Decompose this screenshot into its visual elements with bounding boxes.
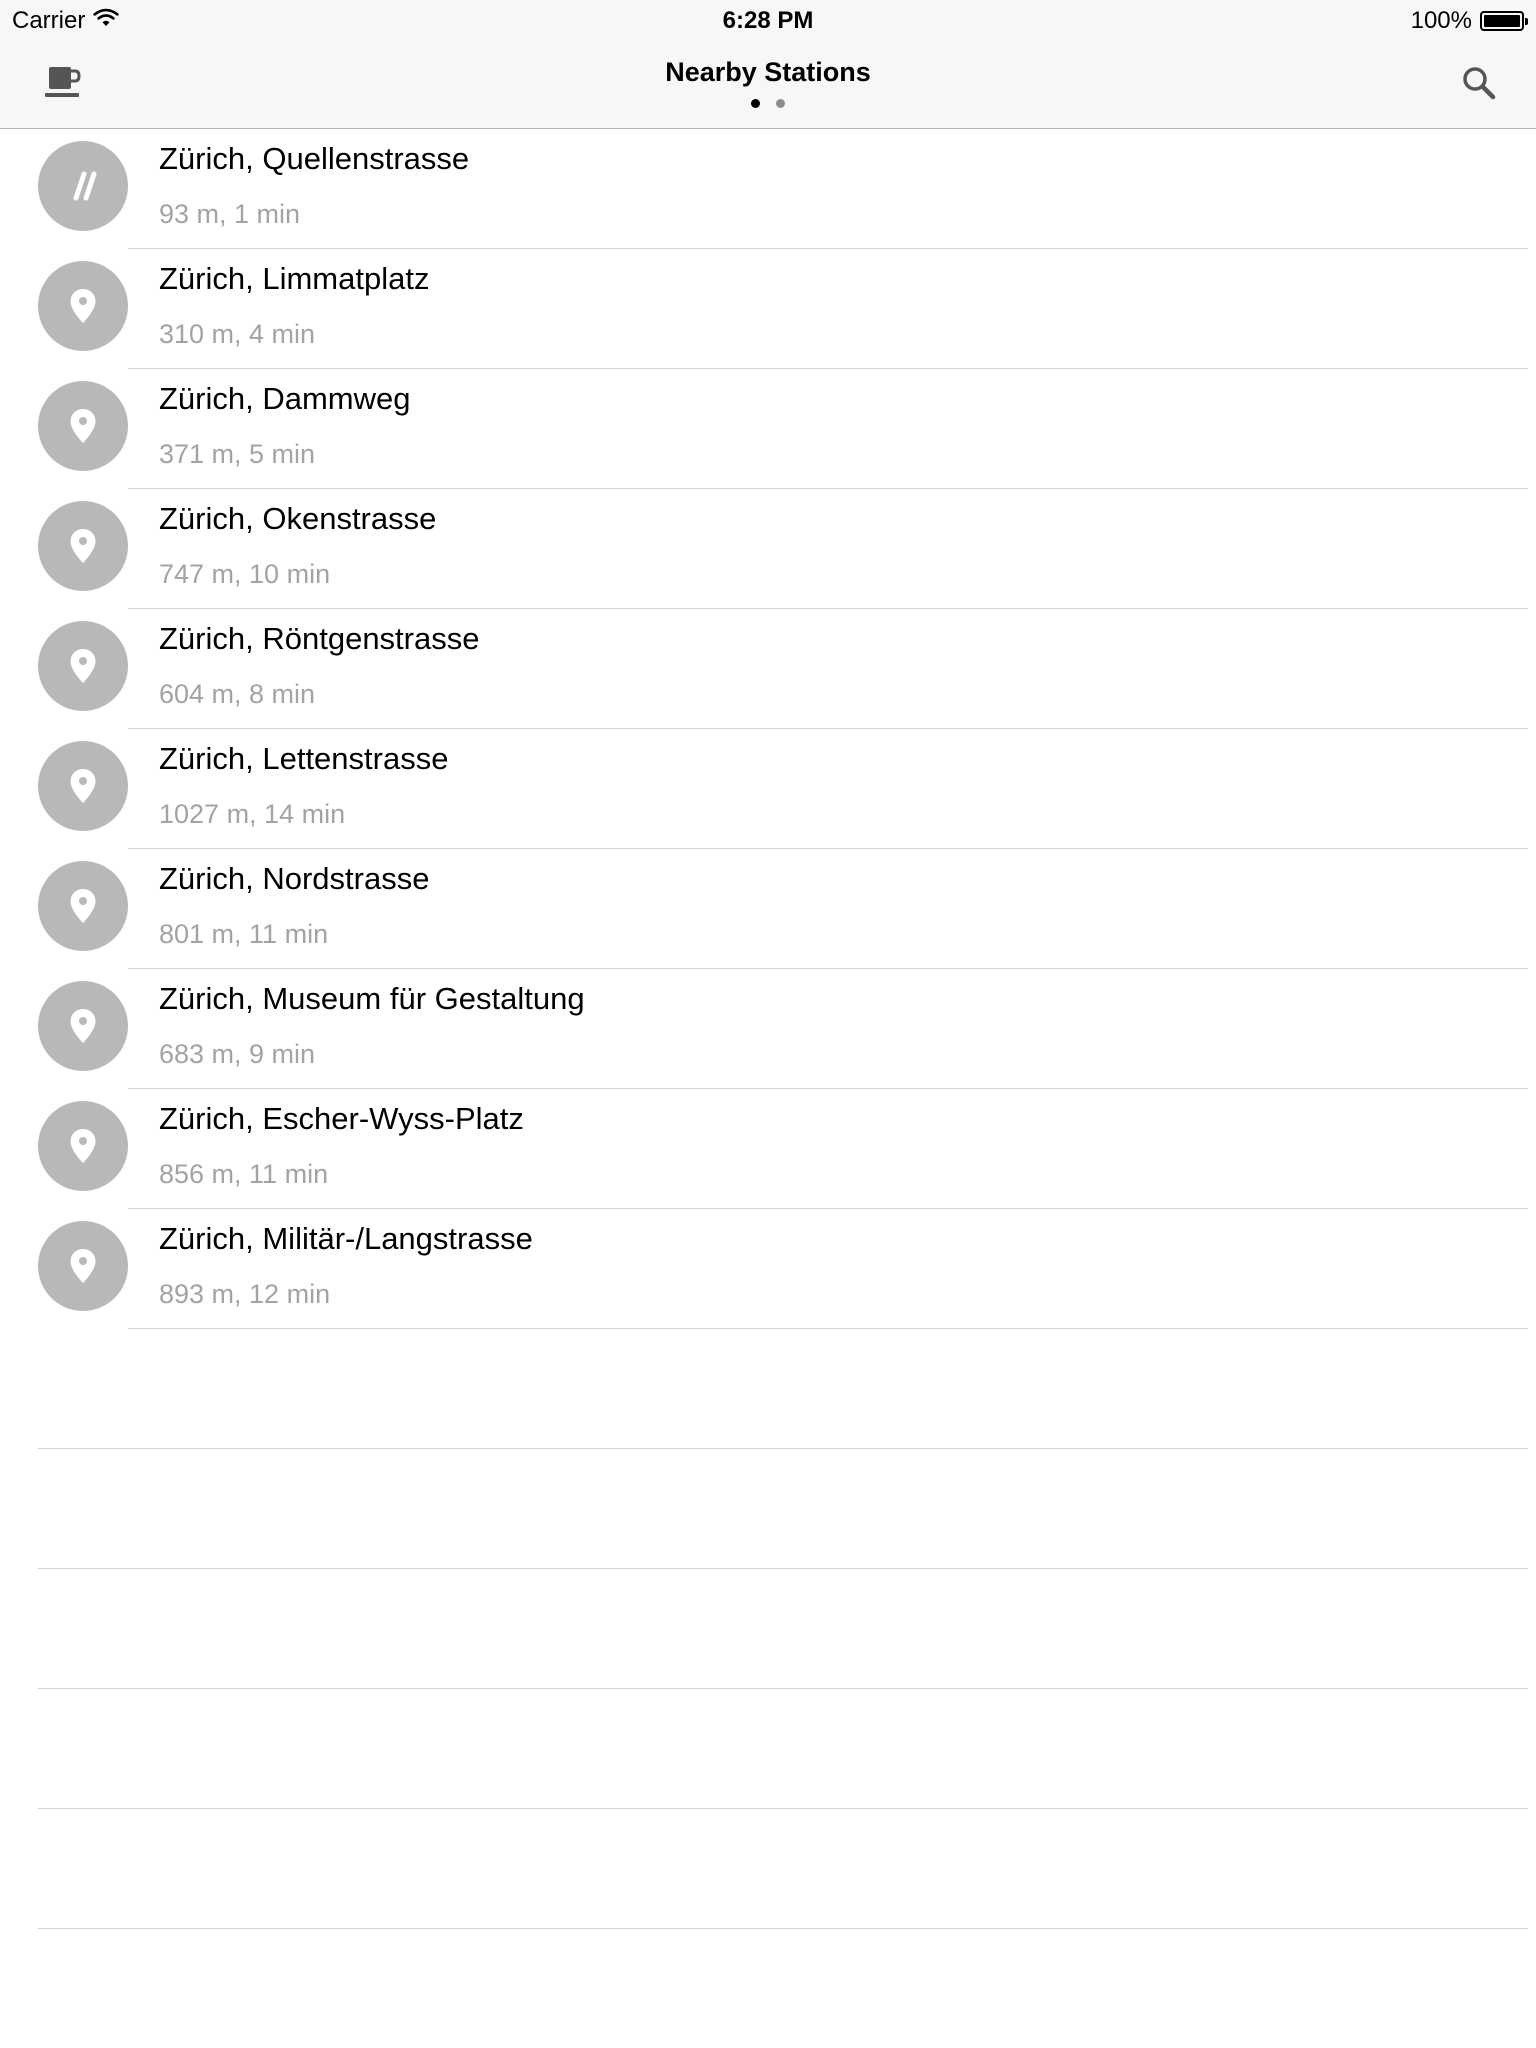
station-name: Zürich, Lettenstrasse bbox=[159, 741, 449, 776]
status-battery: 100% bbox=[1410, 7, 1528, 35]
status-bar: Carrier 6:28 PM 100% bbox=[0, 0, 1536, 40]
station-distance: 310 m, 4 min bbox=[159, 319, 316, 349]
station-row[interactable]: Zürich, Dammweg 371 m, 5 min bbox=[0, 369, 1536, 489]
station-name: Zürich, Quellenstrasse bbox=[159, 141, 470, 176]
station-row[interactable]: Zürich, Nordstrasse 801 m, 11 min bbox=[0, 849, 1536, 969]
station-name: Zürich, Nordstrasse bbox=[159, 861, 430, 896]
search-icon bbox=[1461, 65, 1497, 106]
location-pin-icon bbox=[38, 1221, 128, 1311]
station-distance: 856 m, 11 min bbox=[159, 1159, 329, 1189]
station-distance: 683 m, 9 min bbox=[159, 1039, 316, 1069]
station-row[interactable]: Zürich, Quellenstrasse 93 m, 1 min bbox=[0, 129, 1536, 249]
location-pin-icon bbox=[38, 621, 128, 711]
location-pin-icon bbox=[38, 1101, 128, 1191]
station-row[interactable]: Zürich, Escher-Wyss-Platz 856 m, 11 min bbox=[0, 1089, 1536, 1209]
station-name: Zürich, Militär-/Langstrasse bbox=[159, 1221, 533, 1256]
station-distance: 747 m, 10 min bbox=[159, 559, 331, 589]
station-distance: 893 m, 12 min bbox=[159, 1279, 331, 1309]
station-list: Zürich, Quellenstrasse 93 m, 1 min Zürich,… bbox=[0, 129, 1536, 1929]
empty-row bbox=[0, 1569, 1536, 1689]
station-distance: 371 m, 5 min bbox=[159, 439, 316, 469]
battery-icon bbox=[1480, 11, 1528, 31]
station-distance: 801 m, 11 min bbox=[159, 919, 329, 949]
station-name: Zürich, Dammweg bbox=[159, 381, 411, 416]
station-row[interactable]: Zürich, Limmatplatz 310 m, 4 min bbox=[0, 249, 1536, 369]
location-pin-icon bbox=[38, 261, 128, 351]
empty-row bbox=[0, 1449, 1536, 1569]
page-indicator[interactable] bbox=[0, 99, 1536, 108]
location-pin-icon bbox=[38, 381, 128, 471]
tram-icon bbox=[38, 141, 128, 231]
page-dot-1[interactable] bbox=[751, 99, 760, 108]
station-row[interactable]: Zürich, Militär-/Langstrasse 893 m, 12 mi… bbox=[0, 1209, 1536, 1329]
station-name: Zürich, Okenstrasse bbox=[159, 501, 437, 536]
location-pin-icon bbox=[38, 861, 128, 951]
status-time: 6:28 PM bbox=[722, 7, 814, 34]
station-name: Zürich, Escher-Wyss-Platz bbox=[159, 1101, 524, 1136]
station-name: Zürich, Röntgenstrasse bbox=[159, 621, 480, 656]
station-row[interactable]: Zürich, Röntgenstrasse 604 m, 8 min bbox=[0, 609, 1536, 729]
empty-row bbox=[0, 1329, 1536, 1449]
station-row[interactable]: Zürich, Okenstrasse 747 m, 10 min bbox=[0, 489, 1536, 609]
location-pin-icon bbox=[38, 501, 128, 591]
station-distance: 604 m, 8 min bbox=[159, 679, 316, 709]
location-pin-icon bbox=[38, 741, 128, 831]
empty-row bbox=[0, 1809, 1536, 1929]
page-dot-2[interactable] bbox=[776, 99, 785, 108]
empty-row bbox=[0, 1689, 1536, 1809]
page-title: Nearby Stations bbox=[665, 57, 871, 87]
location-pin-icon bbox=[38, 981, 128, 1071]
navigation-bar: Nearby Stations bbox=[0, 40, 1536, 129]
search-button[interactable] bbox=[1452, 58, 1506, 112]
station-name: Zürich, Limmatplatz bbox=[159, 261, 430, 296]
station-distance: 1027 m, 14 min bbox=[159, 799, 346, 829]
battery-percent: 100% bbox=[1410, 7, 1472, 34]
station-distance: 93 m, 1 min bbox=[159, 199, 301, 229]
station-row[interactable]: Zürich, Lettenstrasse 1027 m, 14 min bbox=[0, 729, 1536, 849]
station-name: Zürich, Museum für Gestaltung bbox=[159, 981, 585, 1016]
station-row[interactable]: Zürich, Museum für Gestaltung 683 m, 9 mi… bbox=[0, 969, 1536, 1089]
